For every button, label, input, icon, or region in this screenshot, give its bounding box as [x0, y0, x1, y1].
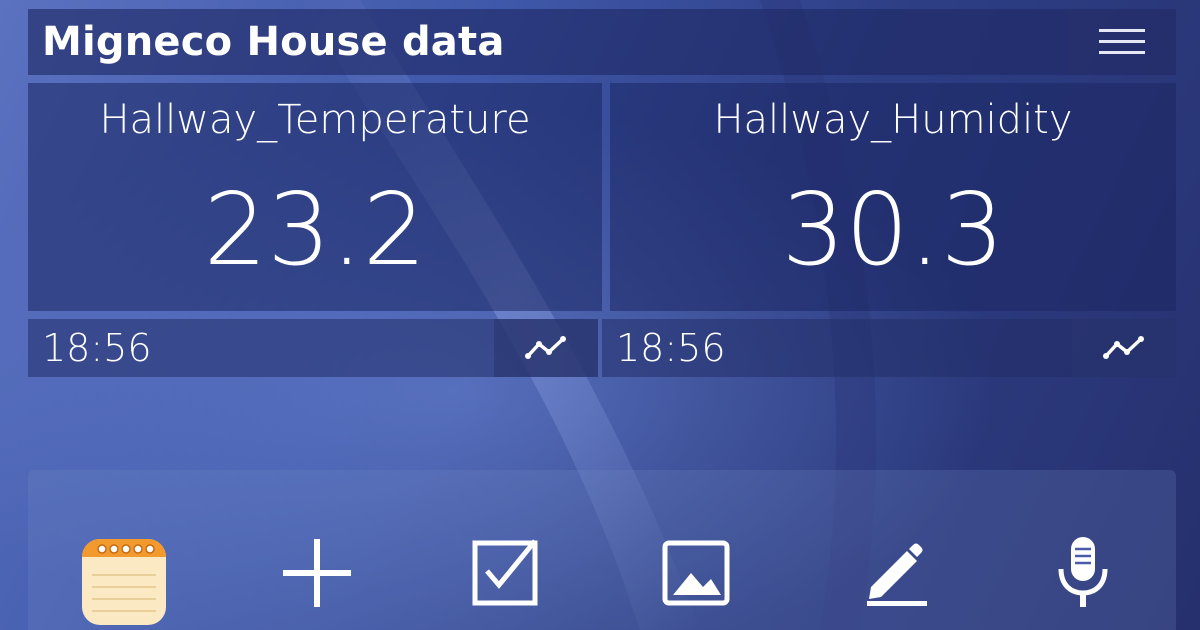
image-button[interactable] [652, 535, 742, 625]
humidity-footer: 18:56 [602, 319, 1176, 377]
title-bar: Migneco House data [28, 9, 1176, 75]
trend-line-icon [1103, 336, 1144, 359]
temperature-widget[interactable]: Hallway_Temperature 23.2 [28, 83, 602, 311]
checkbox-icon [472, 539, 538, 606]
draw-button[interactable] [846, 535, 936, 625]
microphone-icon [1058, 537, 1108, 607]
timestamp: 18:56 [616, 326, 726, 370]
image-icon [662, 540, 730, 606]
checklist-button[interactable] [462, 535, 552, 625]
widget-value: 23.2 [203, 171, 427, 288]
trend-line-icon [525, 336, 566, 359]
temperature-footer: 18:56 [28, 319, 598, 377]
notepad-app-button[interactable] [80, 535, 170, 625]
add-button[interactable] [272, 535, 362, 625]
widget-label: Hallway_Humidity [713, 97, 1073, 143]
timestamp: 18:56 [42, 326, 152, 370]
humidity-widget[interactable]: Hallway_Humidity 30.3 [610, 83, 1176, 311]
temperature-chart-button[interactable] [494, 319, 598, 377]
quick-action-dock [28, 470, 1176, 630]
voice-button[interactable] [1038, 535, 1128, 625]
hamburger-menu-icon [1099, 29, 1145, 54]
plus-icon [283, 539, 351, 607]
humidity-chart-button[interactable] [1072, 319, 1176, 377]
page-title: Migneco House data [42, 19, 505, 65]
widget-value: 30.3 [781, 171, 1005, 288]
notepad-app-icon [82, 539, 166, 625]
widget-label: Hallway_Temperature [99, 97, 531, 143]
menu-button[interactable] [1068, 9, 1176, 75]
pencil-icon [867, 543, 927, 606]
